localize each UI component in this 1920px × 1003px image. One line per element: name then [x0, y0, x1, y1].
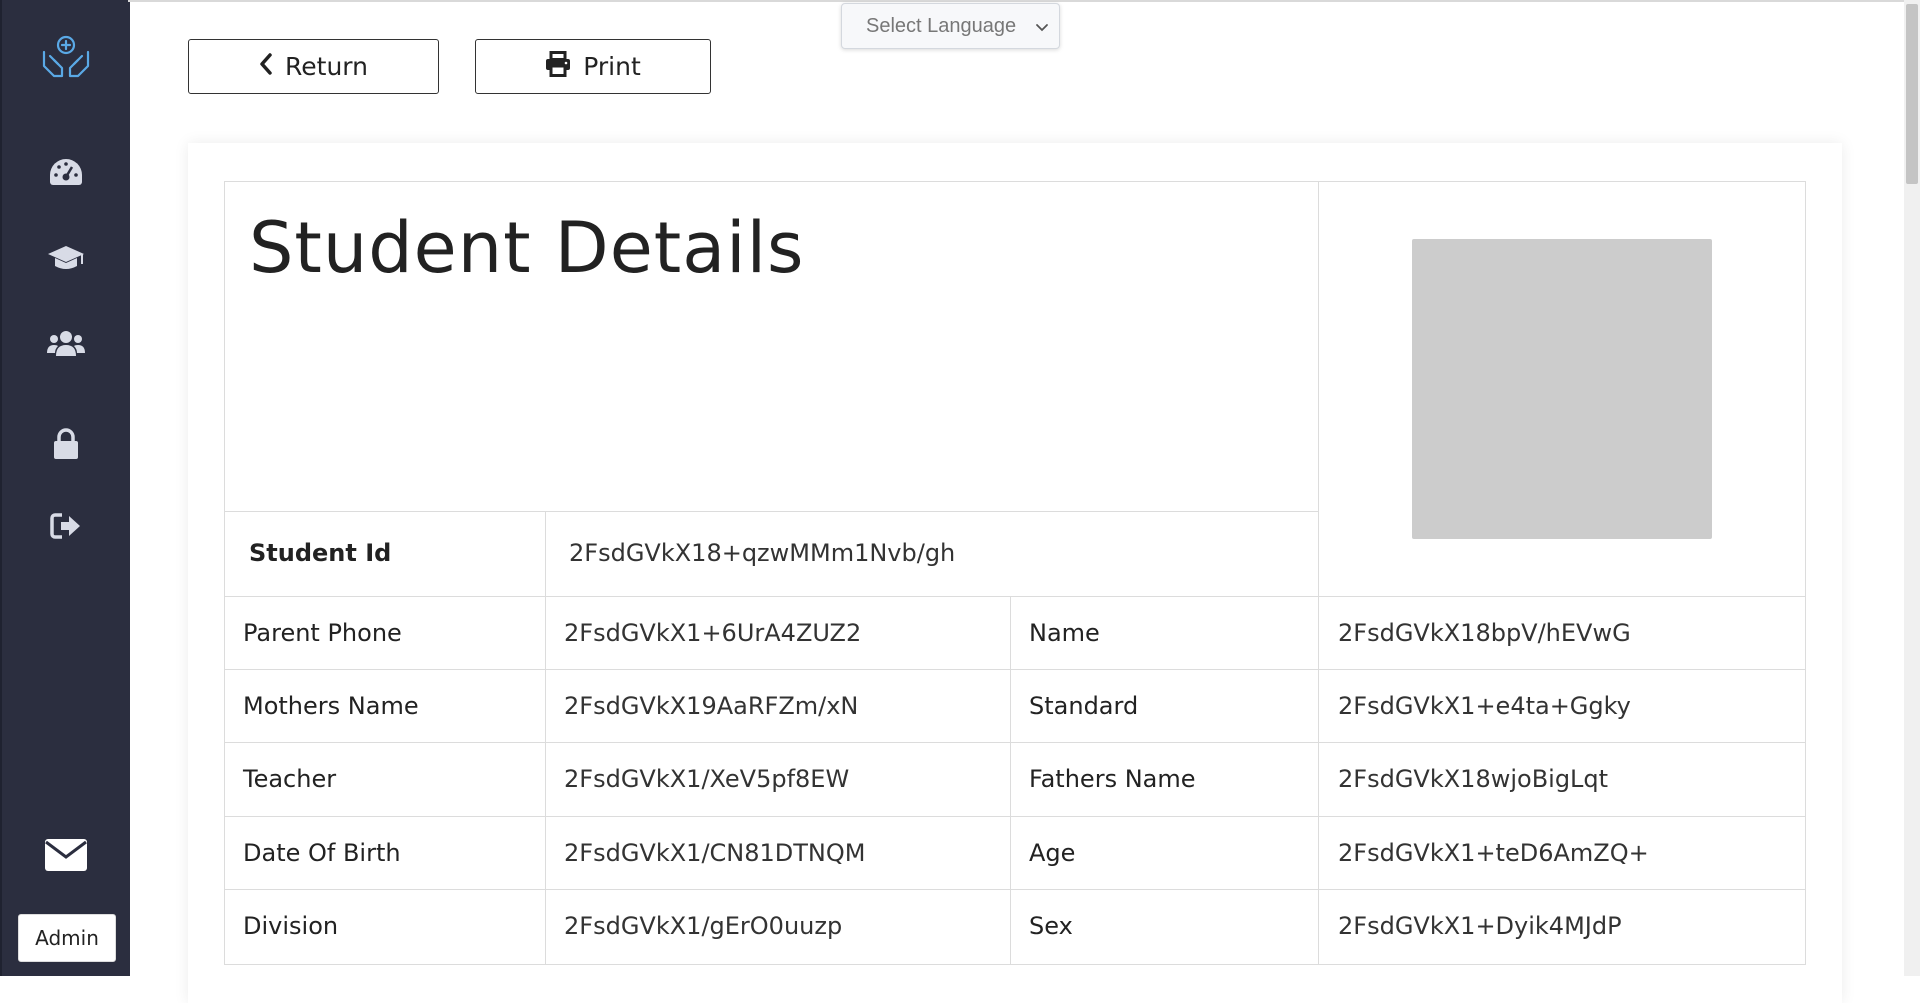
student-id-value: 2FsdGVkX18+qzwMMm1Nvb/gh: [569, 539, 956, 567]
field-label: Division: [243, 912, 339, 940]
caring-hands-logo-icon[interactable]: [40, 30, 92, 82]
top-border: [128, 0, 1920, 2]
admin-button[interactable]: Admin: [18, 914, 116, 962]
sidebar: Admin: [0, 0, 130, 976]
field-value: 2FsdGVkX1/XeV5pf8EW: [564, 765, 850, 793]
field-label: Fathers Name: [1029, 765, 1196, 793]
field-label: Standard: [1029, 692, 1139, 720]
student-id-label: Student Id: [249, 539, 392, 567]
field-value: 2FsdGVkX1+6UrA4ZUZ2: [564, 619, 862, 647]
student-photo-placeholder: [1412, 239, 1712, 539]
printer-icon: [545, 50, 571, 83]
scrollbar-thumb[interactable]: [1906, 4, 1918, 184]
field-value: 2FsdGVkX1/CN81DTNQM: [564, 839, 866, 867]
chevron-left-icon: [259, 52, 273, 81]
field-label: Teacher: [243, 765, 337, 793]
language-select-placeholder: Select Language: [866, 14, 1017, 37]
field-value: 2FsdGVkX19AaRFZm/xN: [564, 692, 859, 720]
print-label: Print: [583, 52, 641, 81]
envelope-icon[interactable]: [44, 838, 88, 878]
return-label: Return: [285, 52, 368, 81]
field-label: Name: [1029, 619, 1100, 647]
print-button[interactable]: Print: [475, 39, 711, 94]
field-value: 2FsdGVkX1+teD6AmZQ+: [1338, 839, 1649, 867]
field-label: Sex: [1029, 912, 1073, 940]
dashboard-gauge-icon[interactable]: [46, 152, 86, 192]
chevron-down-icon: [1035, 18, 1049, 32]
field-value: 2FsdGVkX18wjoBigLqt: [1338, 765, 1609, 793]
field-label: Parent Phone: [243, 619, 402, 647]
field-value: 2FsdGVkX1/gErO0uuzp: [564, 912, 843, 940]
language-select[interactable]: Select Language: [841, 3, 1060, 49]
lock-icon[interactable]: [46, 424, 86, 464]
field-label: Age: [1029, 839, 1076, 867]
page-title: Student Details: [249, 207, 805, 289]
field-value: 2FsdGVkX18bpV/hEVwG: [1338, 619, 1631, 647]
graduation-cap-icon[interactable]: [46, 238, 86, 278]
field-value: 2FsdGVkX1+e4ta+Ggky: [1338, 692, 1631, 720]
page-scrollbar[interactable]: [1904, 0, 1920, 976]
sign-out-icon[interactable]: [46, 506, 86, 546]
field-value: 2FsdGVkX1+Dyik4MJdP: [1338, 912, 1622, 940]
return-button[interactable]: Return: [188, 39, 439, 94]
users-group-icon[interactable]: [46, 323, 86, 363]
field-label: Mothers Name: [243, 692, 419, 720]
field-label: Date Of Birth: [243, 839, 401, 867]
